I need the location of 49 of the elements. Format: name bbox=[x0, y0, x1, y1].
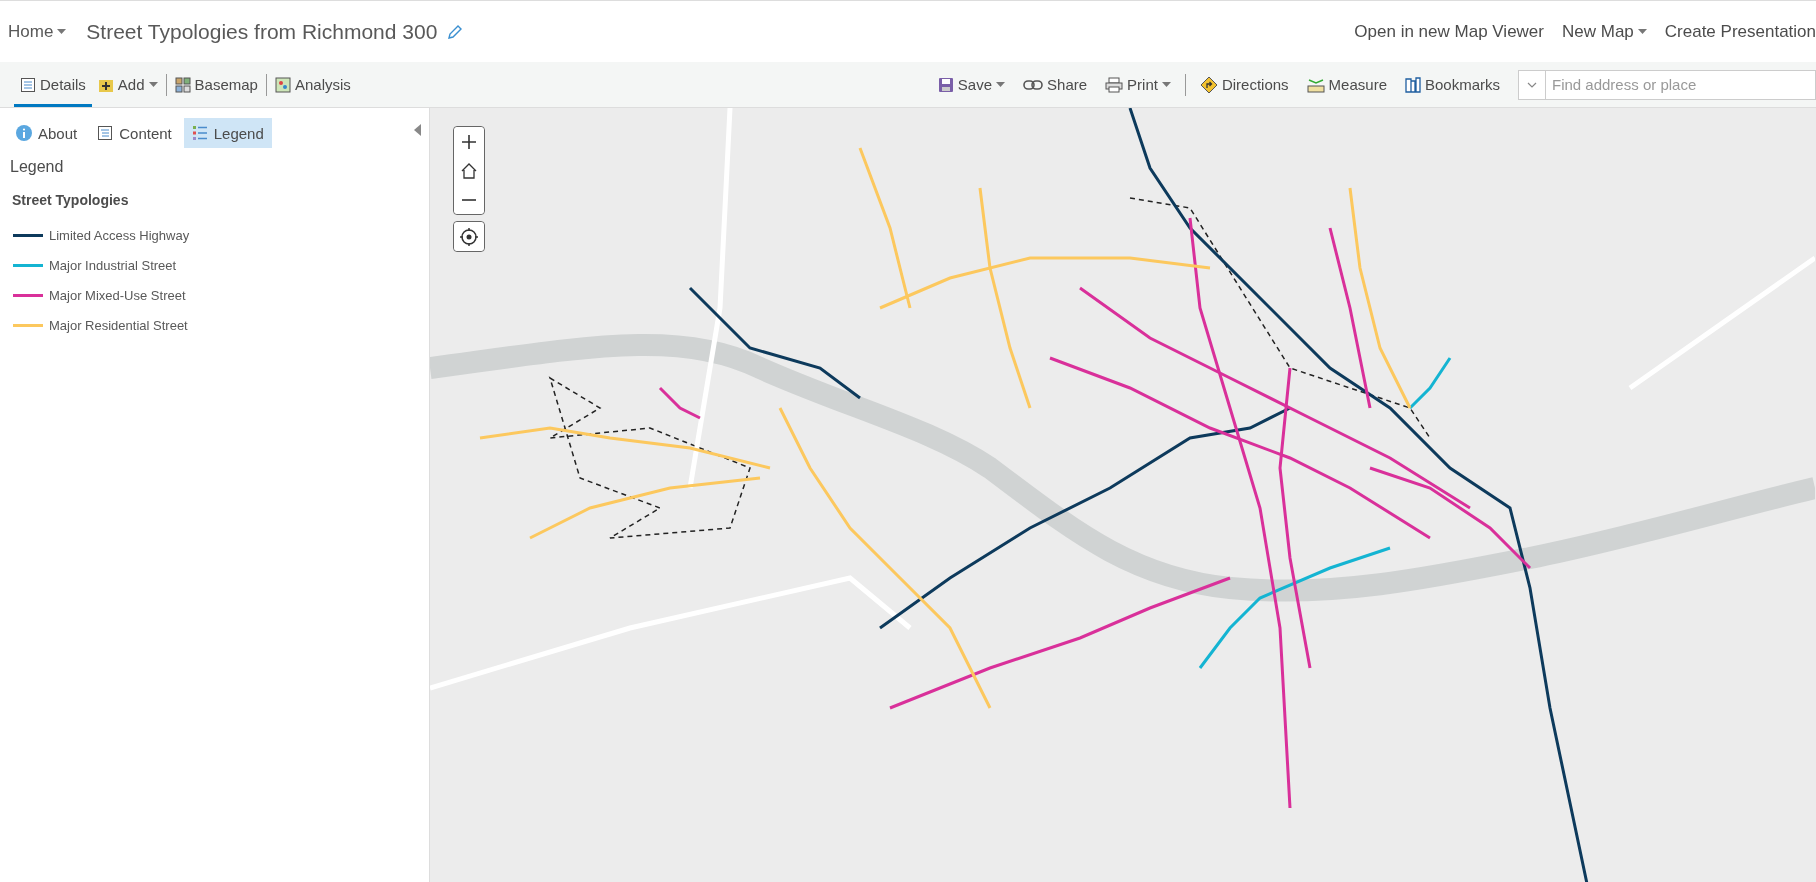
pencil-icon[interactable] bbox=[447, 23, 464, 40]
caret-icon bbox=[148, 82, 158, 87]
caret-icon bbox=[1527, 81, 1537, 88]
layer-title: Street Typologies bbox=[12, 192, 130, 208]
document-icon bbox=[97, 125, 114, 141]
toolbar-button[interactable]: Print bbox=[1099, 62, 1177, 107]
caret-icon bbox=[996, 82, 1006, 87]
search-field[interactable]: Find address or place bbox=[1546, 69, 1816, 100]
toolbar-button[interactable]: Analysis bbox=[268, 62, 357, 107]
legend-label: Major Mixed-Use Street bbox=[49, 287, 186, 303]
legend-label: Major Industrial Street bbox=[49, 257, 177, 273]
toolbar-button[interactable]: Directions bbox=[1193, 62, 1295, 107]
link-icon bbox=[1023, 78, 1044, 91]
legend-heading: Legend bbox=[10, 158, 65, 176]
toolbar-button[interactable]: Share bbox=[1017, 62, 1094, 107]
toolbar-button[interactable]: Save bbox=[931, 62, 1012, 107]
home-menu[interactable]: Home bbox=[8, 21, 67, 42]
locate-button[interactable] bbox=[454, 222, 484, 251]
turn-sign-icon bbox=[1199, 75, 1218, 94]
panel-tab[interactable]: About bbox=[8, 118, 86, 148]
panel-tab[interactable]: Content bbox=[89, 118, 180, 148]
toolbar-button[interactable]: Measure bbox=[1300, 62, 1393, 107]
crosshair-icon bbox=[460, 227, 478, 246]
map-title: Street Typologies from Richmond 300 bbox=[86, 19, 438, 44]
minus-icon bbox=[462, 198, 476, 201]
panel-tab[interactable]: Legend bbox=[183, 118, 272, 148]
caret-icon bbox=[1161, 82, 1171, 87]
legend-label: Limited Access Highway bbox=[49, 227, 190, 243]
legend-label: Major Residential Street bbox=[49, 317, 188, 333]
header-link[interactable]: Open in new Map Viewer bbox=[1354, 21, 1544, 42]
toolbar-button[interactable]: Details bbox=[14, 62, 92, 107]
toolbar-button[interactable]: Basemap bbox=[168, 62, 264, 107]
header-link[interactable]: New Map bbox=[1562, 21, 1647, 42]
toolbar-button[interactable]: Add bbox=[91, 62, 164, 107]
info-icon bbox=[16, 125, 32, 141]
book-icon bbox=[1404, 76, 1421, 93]
printer-icon bbox=[1105, 76, 1124, 93]
plus-icon bbox=[462, 134, 476, 149]
header-link[interactable]: Create Presentation bbox=[1664, 21, 1816, 42]
grid-icon bbox=[174, 76, 191, 93]
document-icon bbox=[20, 76, 36, 93]
toolbar-button[interactable]: Bookmarks bbox=[1398, 62, 1506, 107]
caret-icon bbox=[57, 29, 67, 34]
home-icon bbox=[460, 161, 478, 180]
caret-icon bbox=[1637, 29, 1647, 34]
list-icon bbox=[191, 125, 208, 141]
collapse-arrow-icon[interactable] bbox=[414, 124, 421, 136]
ruler-icon bbox=[1306, 76, 1325, 93]
map-analysis-icon bbox=[274, 76, 291, 93]
